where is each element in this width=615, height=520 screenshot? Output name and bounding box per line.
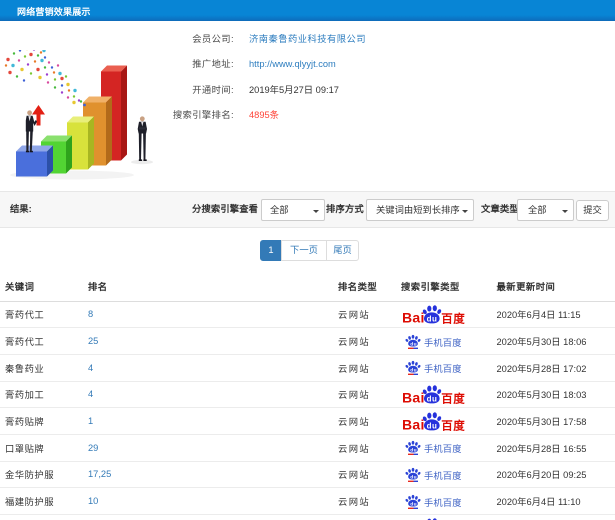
svg-text:du: du [410, 501, 417, 507]
svg-text:Bai: Bai [403, 416, 425, 432]
svg-text:du: du [427, 421, 438, 430]
svg-text:百度: 百度 [441, 311, 465, 325]
svg-text:百度: 百度 [441, 418, 465, 432]
svg-text:du: du [427, 315, 438, 324]
svg-text:手机百度: 手机百度 [424, 363, 461, 374]
svg-text:手机百度: 手机百度 [424, 497, 461, 508]
svg-text:手机百度: 手机百度 [424, 443, 461, 454]
svg-text:手机百度: 手机百度 [424, 470, 461, 481]
svg-text:百度: 百度 [441, 391, 465, 405]
svg-text:手机百度: 手机百度 [424, 337, 461, 348]
svg-text:du: du [427, 395, 438, 404]
svg-text:du: du [410, 368, 417, 374]
svg-text:du: du [410, 341, 417, 347]
svg-text:du: du [410, 474, 417, 480]
svg-text:du: du [410, 448, 417, 454]
svg-text:Bai: Bai [403, 389, 425, 405]
svg-text:Bai: Bai [403, 309, 425, 325]
